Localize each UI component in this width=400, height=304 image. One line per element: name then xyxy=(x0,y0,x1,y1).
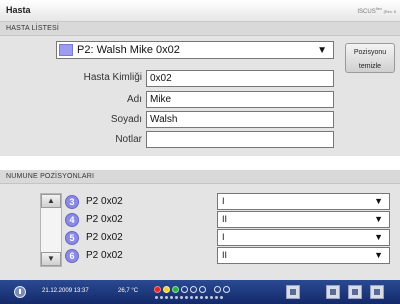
scroll-up-button[interactable]: ▲ xyxy=(41,194,61,208)
sample-number-badge: 5 xyxy=(65,231,79,245)
sample-name: P2 0x02 xyxy=(86,232,123,243)
sample-name: P2 0x02 xyxy=(86,214,123,225)
sample-number-badge: 6 xyxy=(65,249,79,263)
sample-row[interactable]: 6 P2 0x02 II ▼ xyxy=(62,247,390,265)
scroll-down-button[interactable]: ▼ xyxy=(41,252,61,266)
position-select[interactable]: II ▼ xyxy=(217,247,390,264)
mini-dot-icon xyxy=(160,296,163,299)
dropdown-arrow-icon: ▼ xyxy=(374,214,383,224)
status-dot-icon xyxy=(172,286,179,293)
mini-dot-icon xyxy=(155,296,158,299)
first-name-label: Adı xyxy=(126,94,142,105)
mini-dot-icon xyxy=(175,296,178,299)
position-value: II xyxy=(222,214,228,224)
mini-dot-icon xyxy=(180,296,183,299)
mini-dot-icon xyxy=(220,296,223,299)
status-bar: 21.12.2009 13:37 26,7 °C xyxy=(0,280,400,304)
sample-row[interactable]: 4 P2 0x02 II ▼ xyxy=(62,211,390,229)
dropdown-arrow-icon: ▼ xyxy=(374,232,383,242)
datetime: 21.12.2009 13:37 xyxy=(42,288,89,294)
sample-row[interactable]: 5 P2 0x02 I ▼ xyxy=(62,229,390,247)
user-icon[interactable] xyxy=(326,285,340,299)
patient-color-swatch xyxy=(59,44,73,56)
mini-dot-icon xyxy=(215,296,218,299)
folder-icon[interactable] xyxy=(370,285,384,299)
mini-dot-icon xyxy=(170,296,173,299)
position-value: II xyxy=(222,250,228,260)
sample-name: P2 0x02 xyxy=(86,196,123,207)
status-indicators xyxy=(154,284,244,302)
position-value: I xyxy=(222,232,225,242)
save-icon[interactable] xyxy=(286,285,300,299)
position-value: I xyxy=(222,196,225,206)
mini-dot-icon xyxy=(205,296,208,299)
temperature: 26,7 °C xyxy=(118,288,139,294)
sample-name: P2 0x02 xyxy=(86,250,123,261)
status-dot-icon xyxy=(223,286,230,293)
status-dot-icon xyxy=(214,286,221,293)
dropdown-arrow-icon: ▼ xyxy=(317,45,327,56)
mini-dot-icon xyxy=(185,296,188,299)
notes-field[interactable] xyxy=(146,131,334,148)
status-dot-icon xyxy=(154,286,161,293)
dropdown-arrow-icon: ▼ xyxy=(374,196,383,206)
mini-dot-icon xyxy=(200,296,203,299)
patient-select-value: P2: Walsh Mike 0x02 xyxy=(77,44,180,56)
status-dot-icon xyxy=(163,286,170,293)
position-select[interactable]: I ▼ xyxy=(217,193,390,210)
mini-dot-icon xyxy=(190,296,193,299)
dropdown-arrow-icon: ▼ xyxy=(374,250,383,260)
brand-logo: ISCUSflex [Rev. 6 xyxy=(357,6,396,15)
sample-row[interactable]: 3 P2 0x02 I ▼ xyxy=(62,193,390,211)
status-dot-icon xyxy=(199,286,206,293)
power-icon[interactable] xyxy=(14,286,26,298)
mini-dot-icon xyxy=(165,296,168,299)
position-select[interactable]: II ▼ xyxy=(217,211,390,228)
patient-select[interactable]: P2: Walsh Mike 0x02 ▼ xyxy=(56,41,334,59)
settings-icon[interactable] xyxy=(348,285,362,299)
sample-number-badge: 3 xyxy=(65,195,79,209)
mini-dot-icon xyxy=(195,296,198,299)
title-bar: Hasta ISCUSflex [Rev. 6 xyxy=(0,0,400,22)
status-dot-icon xyxy=(181,286,188,293)
sample-number-badge: 4 xyxy=(65,213,79,227)
status-dot-icon xyxy=(190,286,197,293)
patient-id-label: Hasta Kimliği xyxy=(83,72,142,83)
last-name-field[interactable]: Walsh xyxy=(146,111,334,128)
patient-list-header: HASTA LİSTESİ xyxy=(0,22,400,36)
notes-label: Notlar xyxy=(115,134,142,145)
sample-positions-header: NUMUNE POZİSYONLARI xyxy=(0,170,400,184)
position-select[interactable]: I ▼ xyxy=(217,229,390,246)
mini-dot-icon xyxy=(210,296,213,299)
first-name-field[interactable]: Mike xyxy=(146,91,334,108)
window-title: Hasta xyxy=(6,5,31,15)
patient-id-field[interactable]: 0x02 xyxy=(146,70,334,87)
clear-position-button[interactable]: Pozisyonu temizle xyxy=(345,43,395,73)
last-name-label: Soyadı xyxy=(110,114,142,125)
sample-scrollbar[interactable]: ▲ ▼ xyxy=(40,193,62,267)
